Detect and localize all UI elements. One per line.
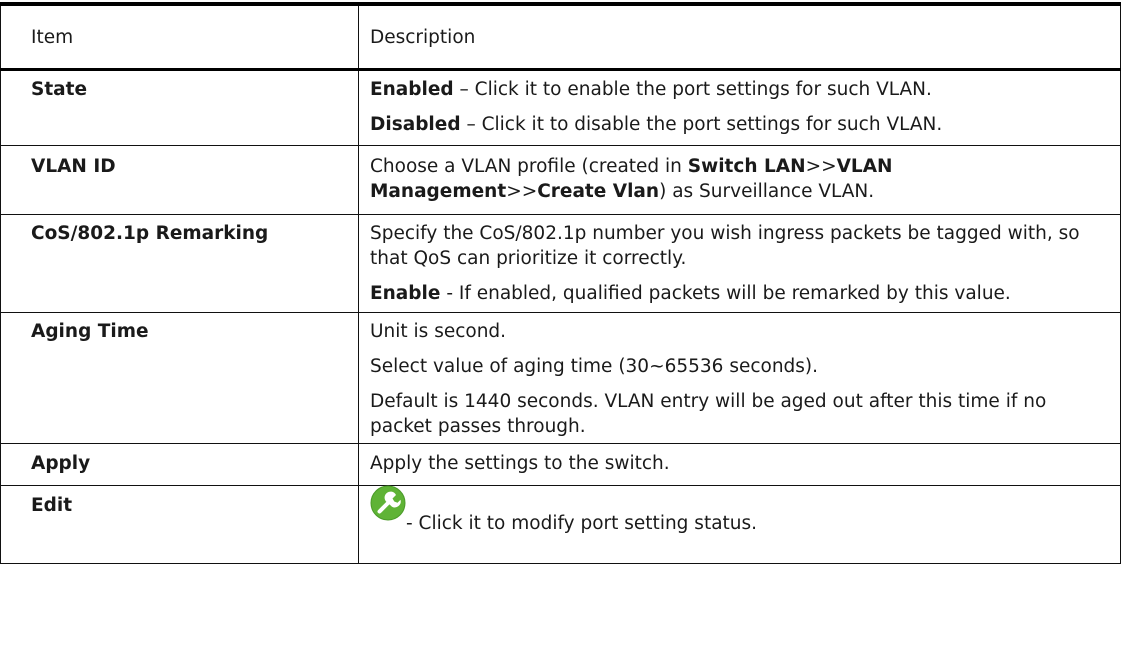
aging-para-2: Select value of aging time (30~65536 sec… [370,356,819,377]
edit-text: - Click it to modify port setting status… [406,513,758,534]
disabled-label: Disabled [370,114,461,135]
header-description: Description [358,3,1121,70]
enable-label: Enable [370,283,441,304]
vlan-text-1: Choose a VLAN profile (created in [370,156,688,177]
create-vlan-label: Create Vlan [537,181,660,202]
vlan-sep-2: >> [506,181,538,202]
table-row-cos: CoS/802.1p Remarking Specify the CoS/802… [0,214,1121,313]
item-edit: Edit [0,485,359,564]
table-row-edit: Edit - Click it to modify port setting s… [0,485,1121,564]
disabled-text: – Click it to disable the port settings … [460,114,943,135]
state-disabled-para: Disabled – Click it to disable the port … [370,112,1112,137]
desc-vlan-id: Choose a VLAN profile (created in Switch… [358,145,1121,215]
table-row-apply: Apply Apply the settings to the switch. [0,443,1121,486]
state-enabled-para: Enabled – Click it to enable the port se… [370,77,1112,102]
description-table: Item Description State Enabled – Click i… [0,2,1121,564]
table-row-state: State Enabled – Click it to enable the p… [0,69,1121,146]
desc-apply: Apply the settings to the switch. [358,443,1121,486]
header-item: Item [0,3,359,70]
table-row-aging-time: Aging Time Unit is second. Select value … [0,312,1121,444]
desc-state: Enabled – Click it to enable the port se… [358,69,1121,146]
enabled-label: Enabled [370,79,454,100]
item-vlan-id: VLAN ID [0,145,359,215]
aging-para-3: Default is 1440 seconds. VLAN entry will… [370,391,1047,437]
cos-para-1: Specify the CoS/802.1p number you wish i… [370,223,1080,269]
edit-desc-wrap: - Click it to modify port setting status… [370,485,1112,536]
enabled-text: – Click it to enable the port settings f… [453,79,932,100]
vlan-id-para: Choose a VLAN profile (created in Switch… [370,154,1112,204]
desc-cos: Specify the CoS/802.1p number you wish i… [358,214,1121,313]
enable-text: - If enabled, qualified packets will be … [440,283,1011,304]
wrench-icon[interactable] [370,485,406,521]
desc-aging-time: Unit is second. Select value of aging ti… [358,312,1121,444]
vlan-text-2: ) as Surveillance VLAN. [659,181,875,202]
table-header-row: Item Description [0,3,1121,70]
item-state: State [0,69,359,146]
desc-edit: - Click it to modify port setting status… [358,485,1121,564]
item-apply: Apply [0,443,359,486]
item-aging-time: Aging Time [0,312,359,444]
cos-enable-para: Enable - If enabled, qualified packets w… [370,281,1112,306]
item-cos: CoS/802.1p Remarking [0,214,359,313]
table-row-vlan-id: VLAN ID Choose a VLAN profile (created i… [0,145,1121,215]
vlan-sep-1: >> [805,156,837,177]
aging-para-1: Unit is second. [370,321,507,342]
switch-lan-label: Switch LAN [687,156,806,177]
